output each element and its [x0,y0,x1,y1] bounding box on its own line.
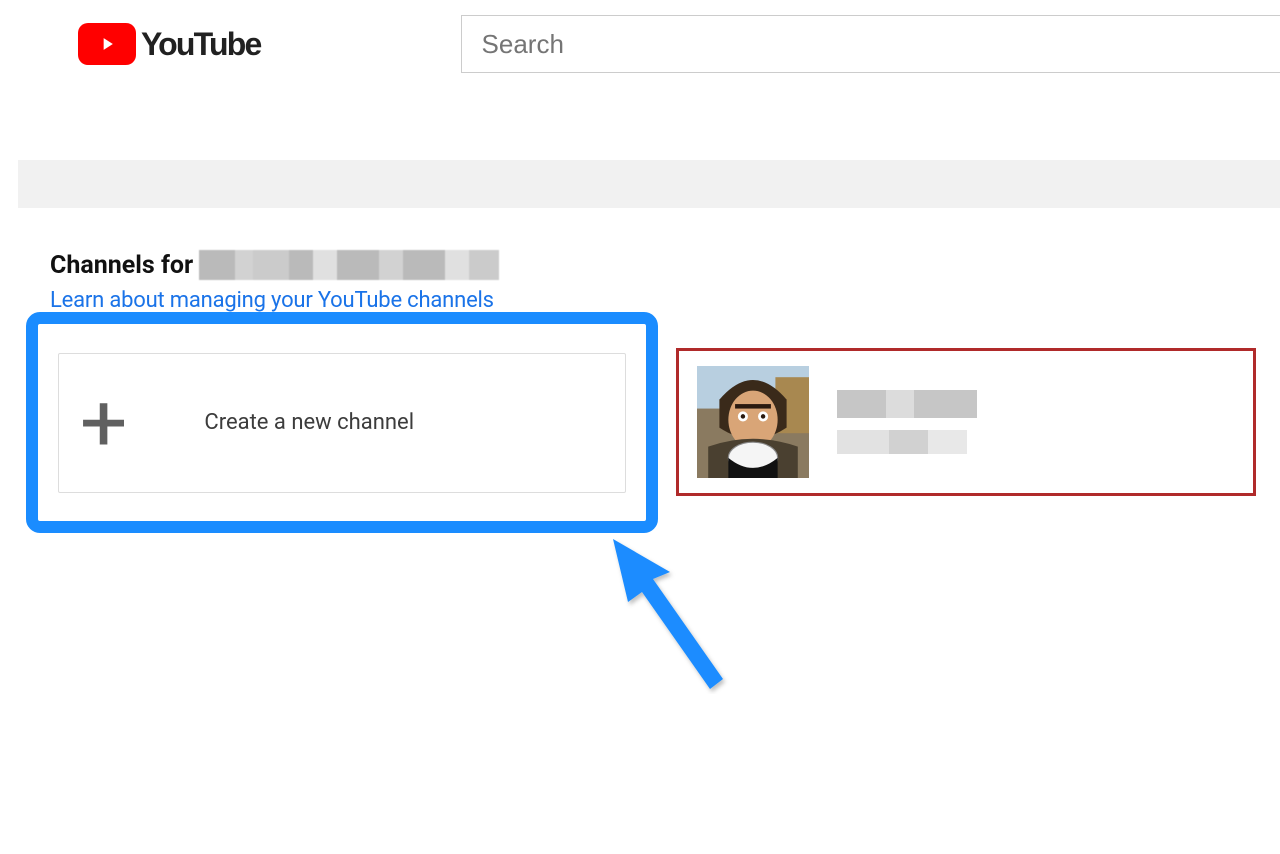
page-heading: Channels for [50,250,499,280]
annotation-highlight-red [676,348,1256,496]
learn-more-link[interactable]: Learn about managing your YouTube channe… [50,288,494,313]
separator-band [18,160,1280,208]
account-email-redacted [199,250,499,280]
annotation-arrow-icon [598,524,748,694]
create-channel-label: Create a new channel [204,410,414,435]
channel-info [837,390,977,454]
search-input[interactable] [461,15,1280,73]
header: YouTube [0,0,1280,88]
channel-meta-redacted [837,430,967,454]
youtube-logo[interactable]: YouTube [78,23,261,65]
channel-name-redacted [837,390,977,418]
youtube-wordmark: YouTube [141,26,261,63]
annotation-highlight-blue: + Create a new channel [26,312,658,533]
content-panel: Channels for Learn about managing your Y… [18,208,1280,832]
create-channel-card[interactable]: + Create a new channel [58,353,626,493]
channel-avatar[interactable] [697,366,809,478]
plus-icon: + [80,383,128,463]
youtube-play-icon [78,23,136,65]
heading-prefix: Channels for [50,251,193,280]
